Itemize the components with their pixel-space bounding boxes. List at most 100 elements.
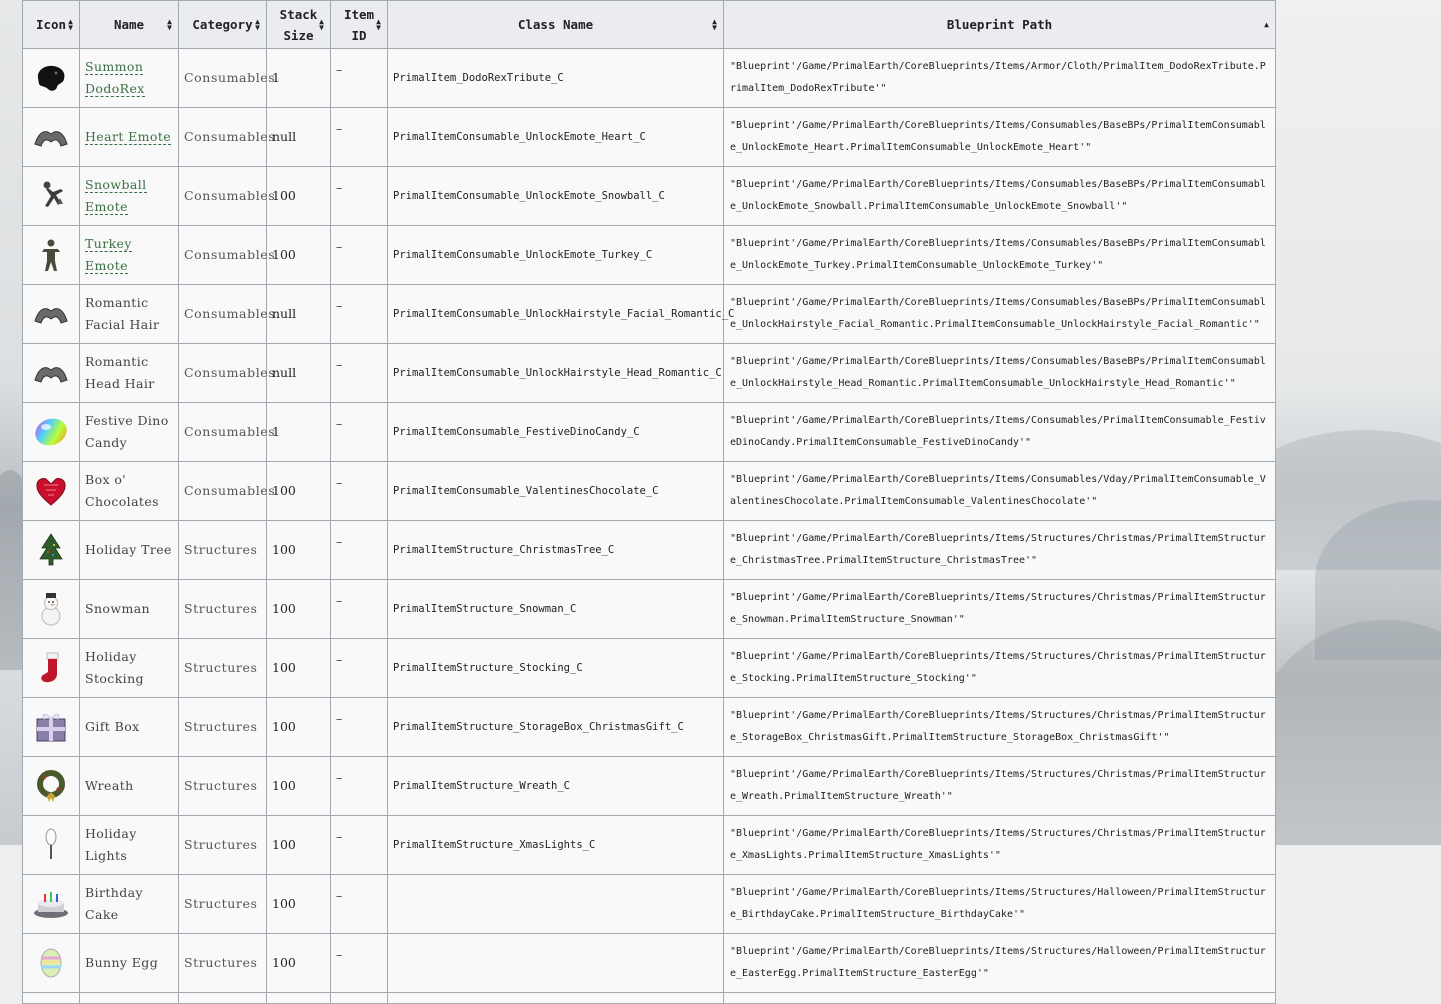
heart-box-icon [23,475,79,507]
icon-cell [22,461,80,521]
item-name-link[interactable]: Snowball Emote [85,177,147,215]
snowman-icon [23,591,79,627]
blueprint-path-cell: "Blueprint'/Game/PrimalEarth/CoreBluepri… [723,933,1276,993]
sort-icon: ▲ ▼ [255,16,260,32]
column-header-class-name[interactable]: Class Name ▲ ▼ [387,0,724,49]
wreath-icon [23,768,79,804]
column-header-label: Name [113,17,145,32]
name-cell: Gift Box [79,697,179,757]
sort-icon: ▲ ▼ [319,16,324,32]
column-header-blueprint[interactable]: Blueprint Path ▲ [723,0,1276,49]
table-row: Festive Dino Candy Consumables 1– PrimalIte… [22,402,1276,462]
icon-cell [22,402,80,462]
blueprint-path-cell: "Blueprint'/Game/PrimalEarth/CoreBluepri… [723,225,1276,285]
icon-cell [22,225,80,285]
name-cell: Holiday Stocking [79,638,179,698]
stack-size-cell: null [266,343,331,403]
stack-size-cell: 100 [266,461,331,521]
class-name-cell: PrimalItemConsumable_UnlockHairstyle_Hea… [387,343,724,403]
sort-ascending-icon: ▲ [1264,19,1269,29]
name-cell: Wreath [79,756,179,816]
item-name: Holiday Tree [85,542,172,557]
category-cell: Structures [178,815,267,875]
category-cell: Consumables [178,166,275,226]
blueprint-path-cell: "Blueprint'/Game/PrimalEarth/CoreBluepri… [723,107,1276,167]
item-name: Gift Box [85,719,140,734]
item-name: Bunny Egg [85,955,159,970]
column-header-stack[interactable]: Stack Size ▲ ▼ [266,0,331,49]
table-row: Box o' Chocolates Consumables 100– PrimalIt… [22,461,1276,521]
item-name-link[interactable]: Heart Emote [85,129,172,145]
stack-size-cell: null [266,107,331,167]
class-name-cell: PrimalItemConsumable_FestiveDinoCandy_C [387,402,724,462]
class-name-cell: PrimalItem_DodoRexTribute_C [387,48,724,108]
class-name-cell: PrimalItemStructure_Wreath_C [387,756,724,816]
item-name: Romantic Head Hair [85,354,155,391]
item-name-link[interactable]: Summon DodoRex [85,59,145,97]
item-name: Birthday Cake [85,885,143,922]
category-cell: Structures [178,520,267,580]
stack-size-cell: 100 [266,579,331,639]
name-cell: Holiday Lights [79,815,179,875]
stack-size-cell: 100 [266,225,331,285]
gift-box-icon [23,709,79,745]
class-name-cell: PrimalItemStructure_StorageBox_Christmas… [387,697,724,757]
column-header-label: Class Name [517,17,594,32]
sort-icon: ▲ ▼ [167,16,172,32]
class-name-cell [387,874,724,934]
table-row: Turkey Emote Consumables 100– PrimalItemCon… [22,225,1276,285]
item-id-cell: – [330,697,388,757]
table-header-row: Icon ▲ ▼ Name ▲ ▼ Category ▲ ▼ Stack Size ▲ ▼ Item I… [22,0,1276,49]
class-name-cell: PrimalItemConsumable_UnlockEmote_Snowbal… [387,166,724,226]
stack-size-cell: null [266,284,331,344]
item-id-cell: – [330,284,388,344]
item-name: Box o' Chocolates [85,472,159,509]
category-cell: Consumables [178,48,275,108]
category-cell: Structures [178,933,267,993]
name-cell: Box o' Chocolates [79,461,179,521]
item-name: Romantic Facial Hair [85,295,160,332]
blueprint-path-cell: "Blueprint'/Game/PrimalEarth/CoreBluepri… [723,697,1276,757]
name-cell: Turkey Emote [79,225,179,285]
item-id-cell: – [330,107,388,167]
birthday-cake-icon [23,887,79,921]
emote-hands-icon [23,358,79,388]
easter-egg-icon [23,945,79,981]
table-body: Summon DodoRex Consumables 1– PrimalItem_Do… [22,48,1276,1004]
column-header-item-id[interactable]: Item ID ▲ ▼ [330,0,388,49]
category-cell: Structures [178,638,267,698]
item-name: Wreath [85,778,134,793]
emote-hands-icon [23,299,79,329]
class-name-cell: PrimalItemStructure_Stocking_C [387,638,724,698]
category-cell: Consumables [178,284,275,344]
item-id-cell: – [330,402,388,462]
stack-size-cell: 1 [266,48,331,108]
column-header-category[interactable]: Category ▲ ▼ [178,0,267,49]
item-id-cell: – [330,166,388,226]
table-row: Holiday Stocking Structures 100– PrimalItem… [22,638,1276,698]
emote-hands-icon [23,122,79,152]
table-row: Birthday Cake Structures 100– "Blueprint'/G… [22,874,1276,934]
category-cell: Consumables [178,461,275,521]
blueprint-path-cell: "Blueprint'/Game/PrimalEarth/CoreBluepri… [723,815,1276,875]
column-header-icon[interactable]: Icon ▲ ▼ [22,0,80,49]
blueprint-path-cell: "Blueprint'/Game/PrimalEarth/CoreBluepri… [723,638,1276,698]
turkey-emote-icon [23,237,79,273]
dodorex-head-icon [23,60,79,96]
item-name: Holiday Stocking [85,649,144,686]
category-cell: Structures [178,579,267,639]
item-id-cell: – [330,815,388,875]
blueprint-path-cell: "Blueprint'/Game/PrimalEarth/CoreBluepri… [723,284,1276,344]
sort-icon: ▲ ▼ [712,16,717,32]
name-cell: Romantic Head Hair [79,343,179,403]
blueprint-path-cell: "Blueprint'/Game/PrimalEarth/CoreBluepri… [723,48,1276,108]
blueprint-path-cell: "Blueprint'/Game/PrimalEarth/CoreBluepri… [723,874,1276,934]
table-row: Snowman Structures 100– PrimalItemStructure… [22,579,1276,639]
stack-size-cell: 1 [266,402,331,462]
item-name-link[interactable]: Turkey Emote [85,236,132,274]
column-header-name[interactable]: Name ▲ ▼ [79,0,179,49]
item-id-cell: – [330,579,388,639]
class-name-cell: PrimalItemConsumable_UnlockEmote_Turkey_… [387,225,724,285]
item-id-cell: – [330,520,388,580]
icon-cell [22,579,80,639]
